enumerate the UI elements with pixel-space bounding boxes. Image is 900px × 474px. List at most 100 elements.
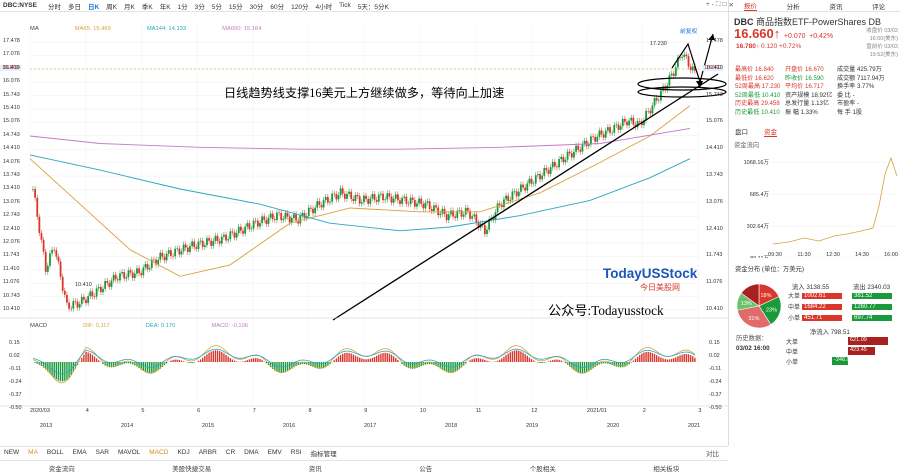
sub-tab-1[interactable]: 资金 xyxy=(764,126,777,137)
net-label: 中单 xyxy=(786,349,799,356)
y-tick-right: 11.076 xyxy=(706,279,723,286)
period-12[interactable]: 60分 xyxy=(270,1,284,11)
period-7[interactable]: 1分 xyxy=(178,1,188,11)
macd-tick: -0.37 xyxy=(9,392,22,398)
period-6[interactable]: 年K xyxy=(160,1,171,11)
indicator-7[interactable]: KDJ xyxy=(177,449,189,456)
pre-chg: 0.120 xyxy=(760,43,778,50)
ma-legend-3: MA600: 15.164 xyxy=(222,26,262,32)
x-month: 6 xyxy=(197,408,201,414)
ma-legend: MA MA65: 15.469 MA144: 14.133 MA600: 15.164 xyxy=(30,26,261,32)
analysis-annotation: 日线趋势线支撑16美元上方继续做多，等待向上加速 xyxy=(224,86,505,100)
macd-legend-3: MACD: -0.106 xyxy=(211,323,249,329)
indicator-9[interactable]: CR xyxy=(226,449,235,456)
x-month: 7 xyxy=(252,408,256,414)
period-5[interactable]: 季K xyxy=(142,1,153,11)
x-year: 2018 xyxy=(445,423,458,429)
window-btn-1[interactable]: - xyxy=(712,1,714,9)
dist-outflow: 697.74 xyxy=(852,314,892,321)
quote-cell: 昨收价 16.590 xyxy=(785,74,824,82)
x-year: 2020 xyxy=(607,423,620,429)
right-tab-0[interactable]: 报价 xyxy=(743,0,757,11)
stock-price: 16.660↑ +0.070 +0.42% xyxy=(734,26,833,41)
news-tab-0[interactable]: 资金流向 xyxy=(49,463,75,473)
ma-legend-1: MA65: 15.469 xyxy=(74,26,111,32)
right-tabs: 报价 分析 资讯 评论 xyxy=(729,0,900,12)
y-tick: 16.410 xyxy=(3,64,20,71)
sub-tab-0[interactable]: 盘口 xyxy=(735,126,748,137)
right-tab-1[interactable]: 分析 xyxy=(787,1,800,11)
period-15[interactable]: Tick xyxy=(339,2,351,9)
symbol-label: DBC:NYSE xyxy=(3,2,37,9)
x-month: 9 xyxy=(364,408,368,414)
period-9[interactable]: 5分 xyxy=(212,1,222,11)
x-axis-months: 2020/03 4 5 6 7 8 9 10 11 12 2021/01 2 3 xyxy=(0,408,728,416)
flag-label[interactable]: 前复权 xyxy=(680,26,697,35)
quote-cell: 换手率 3.77% xyxy=(837,83,875,91)
y-tick-right: 15.076 xyxy=(706,118,723,125)
y-tick: 12.410 xyxy=(3,225,20,232)
indicator-6[interactable]: MACD xyxy=(149,449,168,456)
period-1[interactable]: 多日 xyxy=(68,1,81,11)
net-inflow-label: 净流入 798.51 xyxy=(810,329,850,336)
net-bar: 621.09 xyxy=(848,337,888,345)
period-4[interactable]: 月K xyxy=(124,1,135,11)
dist-label: 小单 xyxy=(788,316,801,322)
period-10[interactable]: 15分 xyxy=(229,1,243,11)
period-3[interactable]: 周K xyxy=(106,1,117,11)
high-marker: 17.230 xyxy=(650,41,667,47)
right-tab-3[interactable]: 评论 xyxy=(872,1,885,11)
indicator-3[interactable]: EMA xyxy=(73,449,87,456)
indicator-11[interactable]: EMV xyxy=(268,449,282,456)
news-tab-2[interactable]: 资讯 xyxy=(309,463,322,473)
x-axis-years: 2013 2014 2015 2016 2017 2018 2019 2020 2021 xyxy=(0,423,728,431)
indicator-1[interactable]: MA xyxy=(28,449,38,456)
x-month: 2021/01 xyxy=(587,408,607,414)
x-month: 3 xyxy=(698,408,702,414)
period-toolbar: DBC:NYSE 分时 多日 日K 周K 月K 季K 年K 1分 3分 5分 15分 30分 60分 120… xyxy=(0,0,728,12)
kline-chart[interactable] xyxy=(0,12,728,446)
period-8[interactable]: 3分 xyxy=(195,1,205,11)
window-btn-2[interactable]: ⛶ xyxy=(716,1,721,9)
macd-legend-2: DEA: 0.170 xyxy=(145,323,176,329)
net-label: 小单 xyxy=(786,359,799,366)
flow-time-tick: 11:30 xyxy=(797,252,810,258)
price-change: +0.070 xyxy=(783,33,806,40)
period-14[interactable]: 4小时 xyxy=(315,1,332,11)
news-tab-5[interactable]: 相关板块 xyxy=(653,463,679,473)
dist-label: 大单 xyxy=(788,294,801,300)
indicator-4[interactable]: SAR xyxy=(96,449,109,456)
news-tab-1[interactable]: 美股快捷交易 xyxy=(172,463,211,473)
indicator-bar: NEW MA BOLL EMA SAR MAVOL MACD KDJ ARBR CR DMA EMV R… xyxy=(0,446,728,458)
x-month: 11 xyxy=(475,408,482,414)
flow-axis-tick: 1068.16万 xyxy=(744,159,770,166)
indicator-12[interactable]: RSI xyxy=(291,449,302,456)
macd-tick: -0.24 xyxy=(9,379,22,385)
indicator-10[interactable]: DMA xyxy=(244,449,258,456)
compare-button[interactable]: 对比 xyxy=(706,448,719,458)
quote-cell: 成交额 7117.94万 xyxy=(837,74,885,82)
y-tick-right: 13.743 xyxy=(706,172,723,178)
indicator-0[interactable]: NEW xyxy=(4,449,19,456)
macd-tick: -0.11 xyxy=(9,366,22,372)
indicator-8[interactable]: ARBR xyxy=(199,449,217,456)
period-13[interactable]: 120分 xyxy=(291,1,308,11)
quote-cell: 最低价 16.620 xyxy=(735,74,774,82)
indicator-2[interactable]: BOLL xyxy=(47,449,64,456)
window-btn-3[interactable]: □ xyxy=(723,1,727,9)
quote-cell: 52周最高 17.230 xyxy=(735,83,781,91)
macd-legend-1: DIF: 0.117 xyxy=(83,323,110,329)
wechat-account: 公众号:Todayusstock xyxy=(548,303,664,318)
window-btn-0[interactable]: + xyxy=(706,1,710,9)
net-bar-wrap: -246.03 xyxy=(808,357,888,365)
period-0[interactable]: 分时 xyxy=(48,1,61,11)
period-16[interactable]: 5天：5分K xyxy=(358,1,389,11)
period-11[interactable]: 30分 xyxy=(250,1,264,11)
news-tab-3[interactable]: 公告 xyxy=(419,463,432,473)
flow-grid: 1068.16万 685.4万 302.64万 -80.11万09:30 11:30 12… xyxy=(744,159,898,258)
indicator-5[interactable]: MAVOL xyxy=(118,449,140,456)
period-2[interactable]: 日K xyxy=(88,1,99,11)
news-tab-4[interactable]: 个股相关 xyxy=(530,463,556,473)
right-tab-2[interactable]: 资讯 xyxy=(829,1,842,11)
indicator-13[interactable]: 指标管理 xyxy=(311,448,337,458)
